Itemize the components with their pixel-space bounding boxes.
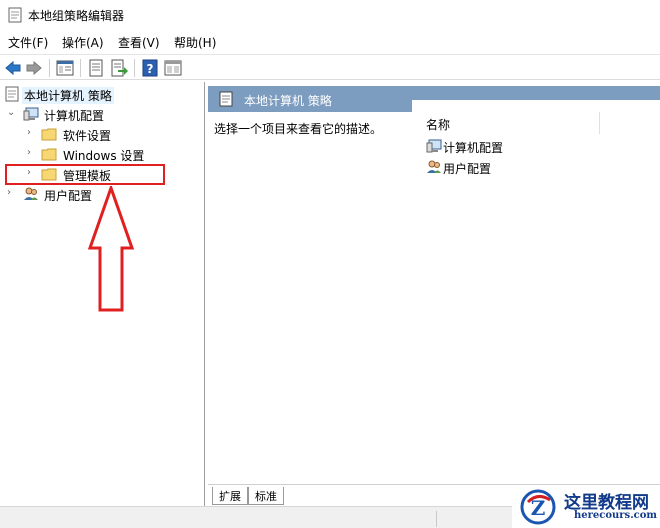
list-item-label: 计算机配置 — [443, 141, 504, 155]
tree-computer-config-label: 计算机配置 — [44, 109, 105, 123]
tree-item-computer-config[interactable]: ⌄ 计算机配置 — [0, 104, 205, 124]
export-list-icon[interactable] — [110, 59, 128, 77]
menu-file[interactable]: 文件(F) — [8, 34, 48, 51]
chevron-right-icon[interactable]: › — [27, 147, 31, 158]
tree-item-root[interactable]: 本地计算机 策略 — [0, 84, 205, 104]
users-icon — [24, 187, 38, 200]
description-text: 选择一个项目来查看它的描述。 — [214, 122, 383, 136]
users-icon — [427, 160, 441, 173]
policy-icon — [5, 86, 19, 102]
list-item-user-config[interactable]: 用户配置 — [426, 157, 626, 177]
annotation-arrow-icon — [88, 186, 134, 312]
tab-extended[interactable]: 扩展 — [212, 487, 248, 505]
policy-icon — [8, 7, 22, 23]
watermark-url: herecours.com — [574, 510, 658, 521]
title-bar: 本地组策略编辑器 — [0, 0, 660, 30]
folder-icon — [41, 128, 57, 141]
menu-action[interactable]: 操作(A) — [62, 34, 104, 51]
policy-icon — [219, 91, 233, 107]
menu-bar: 文件(F) 操作(A) 查看(V) 帮助(H) — [0, 30, 660, 52]
tree-item-software-settings[interactable]: › 软件设置 — [0, 124, 205, 144]
computer-icon — [426, 139, 442, 153]
details-pane: 本地计算机 策略 选择一个项目来查看它的描述。 名称 计算机配置 用户配置 — [208, 82, 660, 506]
tree-software-settings-label: 软件设置 — [63, 129, 112, 143]
tree-item-windows-settings[interactable]: › Windows 设置 — [0, 144, 205, 164]
column-header-name[interactable]: 名称 — [426, 116, 450, 133]
menu-view[interactable]: 查看(V) — [118, 34, 160, 51]
details-list: 名称 计算机配置 用户配置 — [412, 100, 660, 482]
chevron-right-icon[interactable]: › — [7, 187, 11, 198]
help-icon[interactable]: ? — [141, 59, 159, 77]
tree-user-config-label: 用户配置 — [44, 189, 93, 203]
menu-help[interactable]: 帮助(H) — [174, 34, 216, 51]
computer-icon — [23, 107, 39, 121]
window-title: 本地组策略编辑器 — [28, 9, 125, 23]
tab-standard[interactable]: 标准 — [248, 487, 284, 505]
back-arrow-icon[interactable] — [4, 59, 22, 77]
chevron-right-icon[interactable]: › — [27, 127, 31, 138]
watermark: Z 这里教程网 herecours.com — [512, 486, 660, 528]
extended-view-icon[interactable] — [164, 59, 182, 77]
forward-arrow-icon[interactable] — [25, 59, 43, 77]
chevron-down-icon[interactable]: ⌄ — [7, 107, 15, 118]
description-panel: 选择一个项目来查看它的描述。 — [208, 112, 412, 482]
properties-icon[interactable] — [87, 59, 105, 77]
list-item-computer-config[interactable]: 计算机配置 — [426, 136, 626, 156]
tree-root-label: 本地计算机 策略 — [22, 87, 114, 104]
list-item-label: 用户配置 — [443, 162, 492, 176]
svg-text:Z: Z — [531, 496, 546, 520]
watermark-logo-icon: Z — [520, 489, 556, 525]
details-header-title: 本地计算机 策略 — [244, 94, 332, 108]
svg-text:?: ? — [147, 62, 154, 76]
show-tree-icon[interactable] — [56, 59, 74, 77]
annotation-highlight-box — [5, 164, 165, 185]
folder-icon — [41, 148, 57, 161]
toolbar: ? — [0, 54, 660, 80]
tree-windows-settings-label: Windows 设置 — [63, 149, 145, 163]
